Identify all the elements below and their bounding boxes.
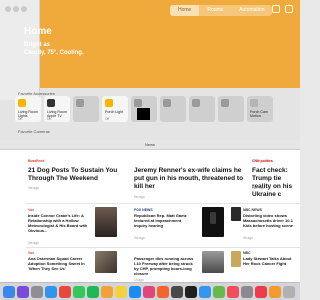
story-time: 3m ago [28, 241, 39, 245]
story-headline[interactable]: Lady Stewart Talks About Her Rock Cancer… [243, 256, 299, 266]
story-headline[interactable]: Inside Connor Crabe's Life: A Relationsh… [28, 213, 90, 233]
accessory-icon [163, 99, 171, 107]
story-source: NBC NEWS [243, 208, 263, 212]
system-preferences-icon[interactable] [241, 286, 253, 298]
mail-icon[interactable] [199, 286, 211, 298]
story-headline[interactable]: Jeremy Renner's ex-wife claims he put gu… [134, 167, 244, 191]
maps-icon[interactable] [213, 286, 225, 298]
divider [26, 247, 300, 248]
accessory-name: Porch Light [105, 110, 124, 114]
story-headline[interactable]: Distorting video shows Massachusetts dri… [243, 213, 299, 228]
chrome-icon[interactable] [59, 286, 71, 298]
story-thumbnail-detail [210, 212, 216, 224]
accessory-state: Off [105, 117, 110, 121]
accessory-tile[interactable] [160, 96, 186, 122]
story-thumbnail[interactable] [95, 207, 117, 237]
story-headline[interactable]: 21 Dog Posts To Sustain You Through The … [28, 167, 128, 183]
accessory-icon [221, 99, 229, 107]
favorite-cameras-header: Favorite Cameras [18, 129, 50, 134]
story-source: BuzzFeed [28, 159, 45, 163]
news-toolbar: News [0, 140, 300, 150]
accessory-icon [47, 99, 55, 107]
story-time: 5m ago [134, 195, 145, 199]
accessory-icon [134, 99, 142, 107]
minimize-window-button[interactable] [13, 6, 19, 12]
story-headline[interactable]: Passenger dies running across I-10 Freew… [134, 256, 194, 276]
finder-icon[interactable] [3, 286, 15, 298]
news-window: News BuzzFeed 21 Dog Posts To Sustain Yo… [0, 140, 300, 300]
messages-icon[interactable] [73, 286, 85, 298]
tab-automation[interactable]: Automation [231, 5, 272, 16]
story-headline[interactable]: Ana Osterman Squad Career Adoption Somet… [28, 256, 90, 271]
launchpad-icon[interactable] [31, 286, 43, 298]
firefox-icon[interactable] [157, 286, 169, 298]
divider [26, 203, 300, 204]
accessory-tile[interactable]: Living Room Apple TV On [44, 96, 70, 122]
story-thumbnail[interactable] [231, 251, 241, 267]
add-icon[interactable] [272, 5, 280, 13]
accessory-icon [18, 99, 26, 107]
tab-home[interactable]: Home [170, 5, 200, 16]
spotify-icon[interactable] [87, 286, 99, 298]
accessory-tile[interactable] [189, 96, 215, 122]
safari-icon[interactable] [45, 286, 57, 298]
accessory-tile[interactable]: Porch Light Off [102, 96, 128, 122]
accessory-icon [250, 99, 258, 107]
sublime-icon[interactable] [171, 286, 183, 298]
accessory-icon [76, 99, 84, 107]
story-thumbnail[interactable] [231, 207, 241, 221]
redacted-block [137, 108, 150, 120]
story-time: 4h ago [243, 236, 253, 240]
story-time: 4m ago [28, 186, 39, 190]
home-title: Home [24, 26, 52, 37]
accessory-tile[interactable] [73, 96, 99, 122]
itunes-icon[interactable] [143, 286, 155, 298]
story-thumbnail[interactable] [95, 251, 117, 273]
accessory-tile[interactable]: Living Room Lights On [15, 96, 41, 122]
close-window-button[interactable] [5, 6, 11, 12]
photos-icon[interactable] [101, 286, 113, 298]
news-window-title: News [144, 142, 155, 147]
accessory-state: On [47, 117, 52, 121]
story-source: FOX NEWS [134, 208, 153, 212]
story-source: CNN politics [252, 159, 273, 163]
story-time: 18m ago [252, 186, 265, 190]
story-headline[interactable]: Republican Rep. Matt Gaetz lectured at i… [134, 213, 194, 228]
home-status-line-1: Bright as [24, 42, 51, 48]
story-source: Vox [28, 251, 35, 255]
story-source: NBC [243, 251, 251, 255]
notes-icon[interactable] [115, 286, 127, 298]
accessory-icon [192, 99, 200, 107]
accessory-tile[interactable]: Porch Cam Motion [247, 96, 273, 122]
news-icon[interactable] [255, 286, 267, 298]
story-source: Vox [28, 208, 35, 212]
home-window: Home Rooms Automation Home Bright as Clo… [0, 0, 300, 142]
home-tab-bar: Home Rooms Automation [170, 5, 273, 16]
story-time: 3m ago [134, 236, 145, 240]
home-status-line-2: Cloudy, 75°, Cooling. [24, 50, 84, 56]
edit-icon[interactable] [285, 5, 293, 13]
accessory-state: On [18, 117, 23, 121]
story-thumbnail[interactable] [202, 251, 224, 273]
maximize-window-button[interactable] [21, 6, 27, 12]
story-headline[interactable]: Fact check: Trump tie reality on his Ukr… [252, 167, 300, 199]
home-toolbar-icons [272, 5, 293, 13]
dock [0, 282, 300, 300]
accessory-name: Porch Cam Motion [250, 110, 268, 118]
terminal-icon[interactable] [185, 286, 197, 298]
accessory-icon [105, 99, 113, 107]
accessory-tile[interactable] [218, 96, 244, 122]
app-store-icon[interactable] [129, 286, 141, 298]
trash-icon[interactable] [283, 286, 295, 298]
music-icon[interactable] [227, 286, 239, 298]
home-icon[interactable] [269, 286, 281, 298]
siri-icon[interactable] [17, 286, 29, 298]
tab-rooms[interactable]: Rooms [199, 5, 231, 16]
